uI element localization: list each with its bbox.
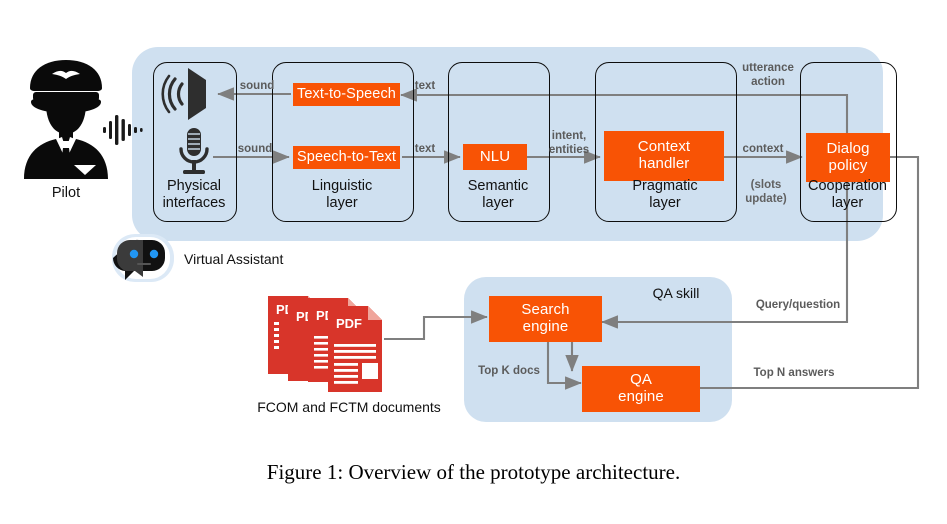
svg-text:PDF: PDF [336,316,362,331]
arrow-search-to-qa-topk [546,342,582,390]
edge-label-intent-entities: intent, entities [548,130,590,156]
edge-label-slots-update: (slots update) [745,179,787,205]
module-label: Speech-to-Text [297,149,396,166]
arrow-documents-to-search [384,310,488,341]
module-dialog-policy[interactable]: Dialog policy [806,133,890,182]
pdf-document-stack-icon: PDF PDF PDF [268,296,382,392]
pilot-silhouette-icon [24,60,108,179]
module-search-engine[interactable]: Search engine [489,296,602,342]
layer-label-physical: Physical interfaces [162,178,226,211]
module-nlu[interactable]: NLU [463,144,527,170]
module-speech-to-text[interactable]: Speech-to-Text [293,146,400,169]
edge-label-top-k-docs: Top K docs [478,365,540,377]
layer-label-cooperation: Cooperation layer [808,178,887,211]
documents-label: FCOM and FCTM documents [257,399,441,415]
module-label: NLU [479,147,511,165]
module-context-handler[interactable]: Context handler [604,131,724,181]
pilot-label: Pilot [51,185,81,201]
edge-label-context: context [742,143,784,155]
module-label: QA engine [618,371,664,405]
audio-waveform-icon [103,115,143,145]
module-qa-engine[interactable]: QA engine [582,366,700,412]
layer-label-pragmatic: Pragmatic layer [632,178,698,211]
figure-caption: Figure 1: Overview of the prototype arch… [266,460,681,484]
edge-label-text-in: text [414,143,436,155]
layer-label-linguistic: Linguistic layer [311,178,373,211]
edge-label-text-out: text [414,80,436,92]
edge-label-sound-out: sound [239,80,275,92]
module-label: Dialog policy [826,139,870,174]
module-label: Search engine [521,301,570,335]
edge-label-query-question: Query/question [755,299,841,311]
edge-label-sound-in: sound [237,143,273,155]
figure-canvas: PDF PDF PDF [0,0,947,524]
chatbot-face-icon [112,234,174,282]
virtual-assistant-label: Virtual Assistant [184,251,284,267]
edge-label-top-n-answers: Top N answers [753,367,835,379]
module-label: Context handler [637,138,691,172]
layer-label-semantic: Semantic layer [467,178,529,211]
module-label: Text-to-Speech [297,86,396,103]
module-text-to-speech[interactable]: Text-to-Speech [293,83,400,106]
edge-label-utterance-action: utterance action [742,62,794,88]
qa-skill-title: QA skill [652,285,700,301]
